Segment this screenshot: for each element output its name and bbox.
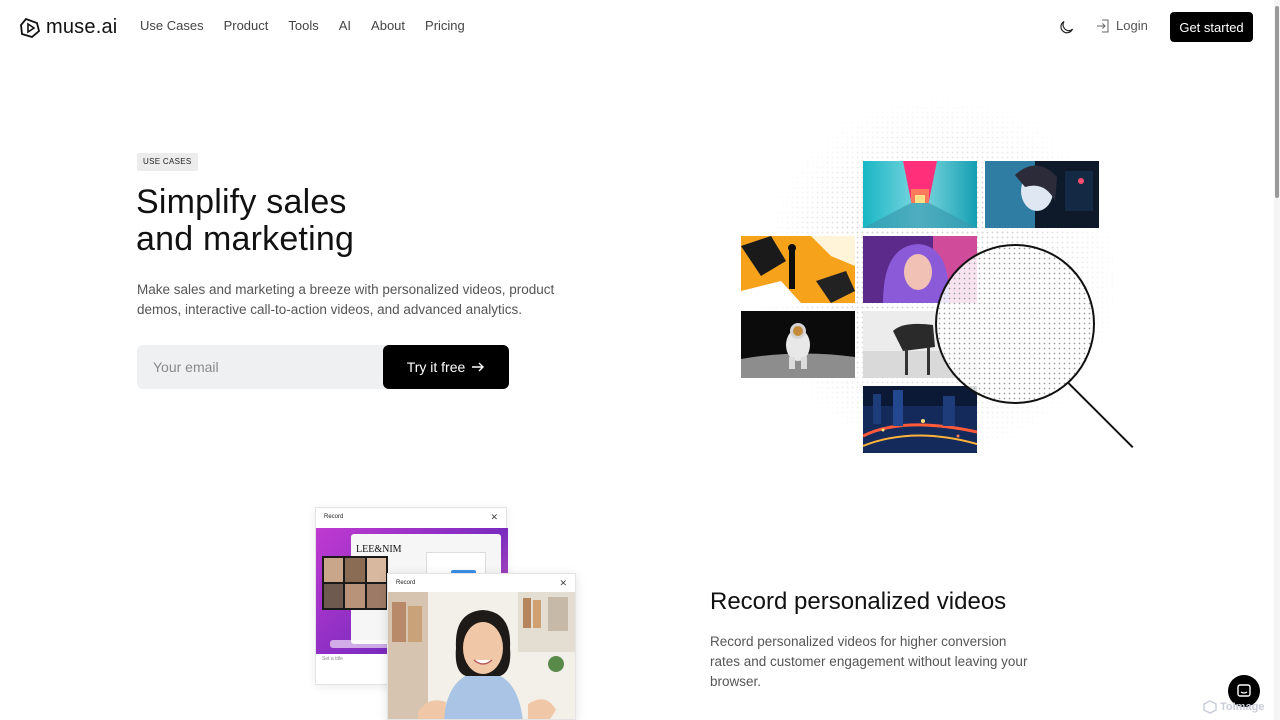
- email-input[interactable]: [137, 345, 387, 389]
- close-icon[interactable]: ✕: [559, 578, 567, 589]
- logo[interactable]: muse.ai: [20, 16, 117, 39]
- nav-link-tools[interactable]: Tools: [288, 18, 318, 33]
- nav-link-pricing[interactable]: Pricing: [425, 18, 465, 33]
- arrow-right-icon: [472, 362, 485, 372]
- section2-description: Record personalized videos for higher co…: [710, 634, 1028, 689]
- nav-link-use-cases[interactable]: Use Cases: [140, 18, 204, 33]
- hero-title-line2: and marketing: [136, 220, 355, 258]
- get-started-button[interactable]: Get started: [1170, 12, 1253, 42]
- login-icon: [1097, 19, 1109, 32]
- image-tile-blue-portrait: [985, 161, 1099, 228]
- try-it-free-label: Try it free: [406, 359, 466, 375]
- title-field-placeholder[interactable]: Set a title: [322, 656, 343, 662]
- image-tile-neon-corridor: [863, 161, 977, 228]
- use-cases-badge: USE CASES: [137, 153, 198, 171]
- record-window-front-title: Record: [396, 580, 416, 586]
- hero-title: Simplify sales and marketing: [136, 184, 354, 258]
- scrollbar[interactable]: [1274, 0, 1280, 720]
- nav-link-ai[interactable]: AI: [339, 18, 351, 33]
- magnifying-glass-lens: [935, 244, 1095, 404]
- record-window-back-bar: Record ✕: [316, 508, 506, 526]
- hero-title-line1: Simplify sales: [136, 183, 347, 221]
- logo-text: muse.ai: [46, 16, 118, 38]
- magnifying-glass-handle: [1067, 381, 1134, 449]
- hero-illustration: [730, 95, 1150, 465]
- close-icon[interactable]: ✕: [490, 512, 498, 523]
- chat-icon: [1237, 684, 1251, 697]
- record-window-front: Record ✕: [387, 573, 576, 720]
- brand-in-screen: LEE&NIM: [356, 544, 402, 555]
- email-signup-form: Try it free: [137, 345, 509, 389]
- dock-bar: [330, 640, 390, 648]
- watermark-logo-icon: [1203, 700, 1217, 714]
- image-tile-astronaut: [741, 311, 855, 378]
- theme-toggle-button[interactable]: [1059, 19, 1075, 35]
- image-tile-city-night: [863, 386, 977, 453]
- muse-logo-icon: [20, 17, 40, 38]
- login-link[interactable]: Login: [1096, 18, 1148, 33]
- nav-link-about[interactable]: About: [371, 18, 405, 33]
- login-label: Login: [1116, 18, 1148, 33]
- scrollbar-thumb[interactable]: [1275, 6, 1279, 198]
- hero-description: Make sales and marketing a breeze with p…: [137, 282, 555, 317]
- section2-title: Record personalized videos: [710, 588, 1007, 615]
- nav-links: Use Cases Product Tools AI About Pricing: [140, 18, 485, 33]
- record-window-front-bar: Record ✕: [388, 574, 575, 592]
- image-tile-orange-silhouette: [741, 236, 855, 303]
- try-it-free-button[interactable]: Try it free: [383, 345, 509, 389]
- presenter-video: [388, 592, 575, 719]
- top-nav: muse.ai Use Cases Product Tools AI About…: [0, 0, 1274, 54]
- record-window-back-title: Record: [324, 514, 344, 520]
- watermark-text: ToImage: [1220, 701, 1265, 713]
- watermark: ToImage: [1203, 700, 1264, 714]
- moon-icon: [1060, 20, 1074, 34]
- video-grid: [322, 556, 388, 610]
- nav-link-product[interactable]: Product: [224, 18, 269, 33]
